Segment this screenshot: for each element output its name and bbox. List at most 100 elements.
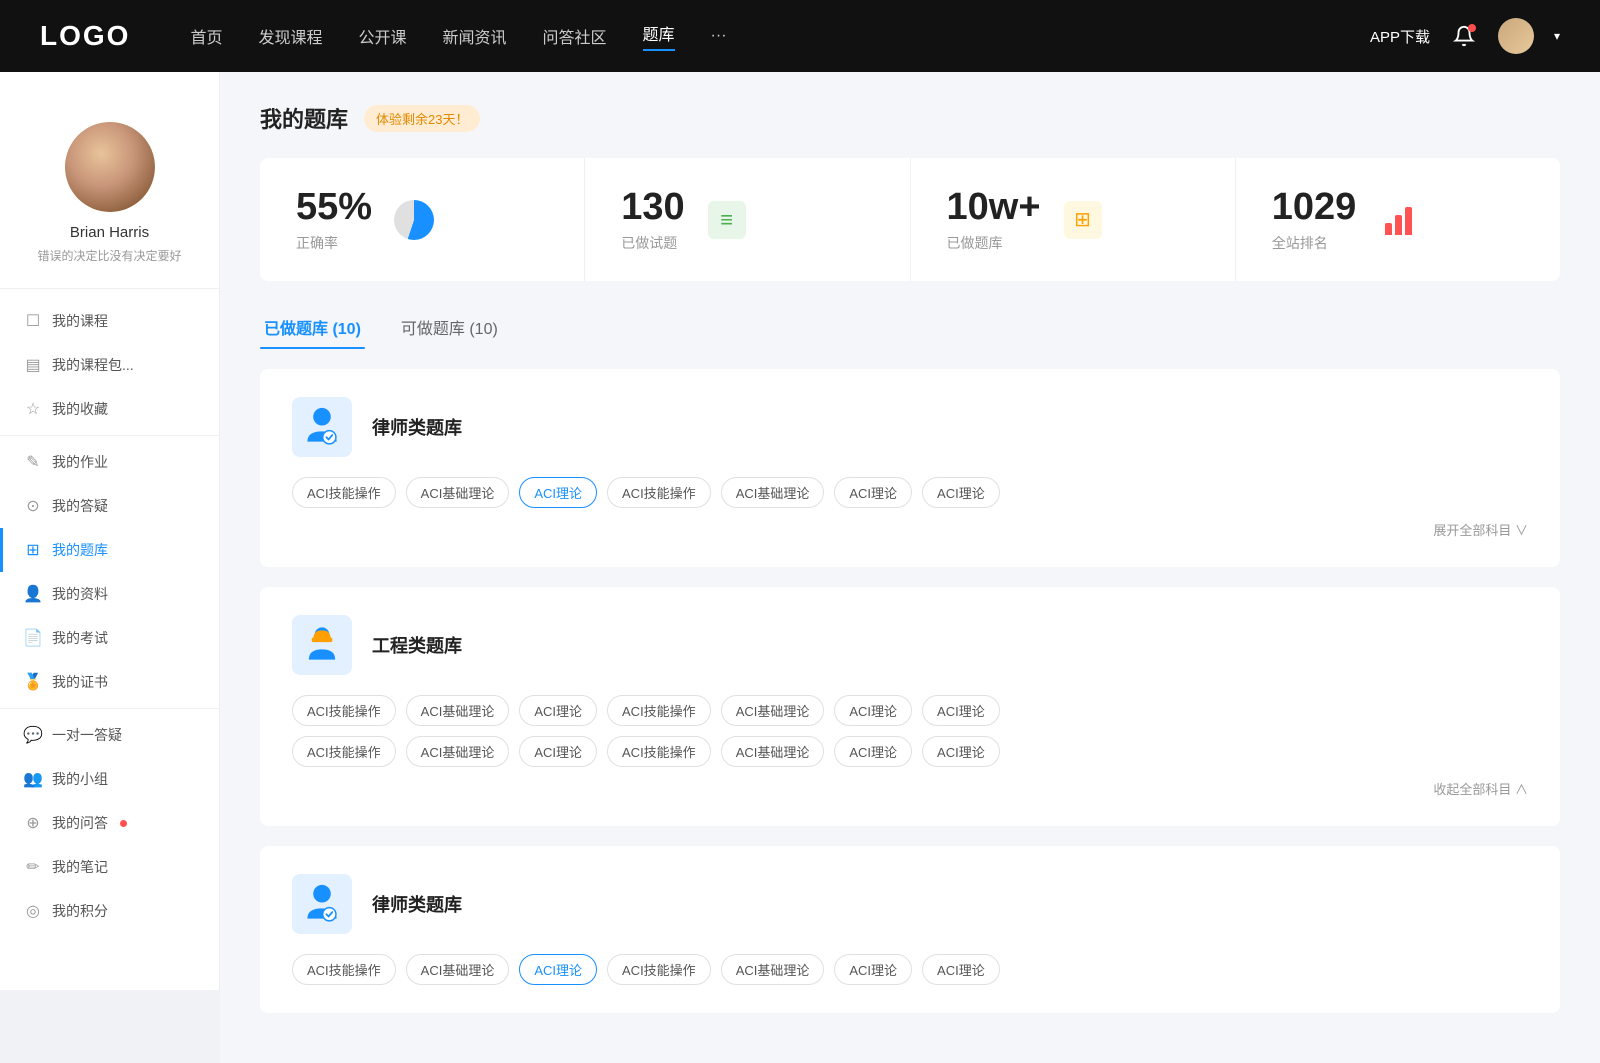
quiz-card-engineer: 工程类题库 ACI技能操作 ACI基础理论 ACI理论 ACI技能操作 ACI基… [260,587,1560,826]
sidebar: Brian Harris 错误的决定比没有决定要好 ☐ 我的课程 ▤ 我的课程包… [0,72,220,990]
accuracy-value: 55% [296,186,372,229]
tag-item[interactable]: ACI基础理论 [721,736,825,767]
tag-item[interactable]: ACI基础理论 [721,477,825,508]
sidebar-item-my-notes[interactable]: ✏ 我的笔记 [0,845,219,889]
lawyer-icon-1 [300,405,344,449]
stat-ranking: 1029 全站排名 [1236,158,1560,281]
tag-item[interactable]: ACI技能操作 [607,954,711,985]
sidebar-item-my-questions[interactable]: ⊕ 我的问答 [0,801,219,845]
tag-item[interactable]: ACI理论 [922,736,1000,767]
tag-item[interactable]: ACI基础理论 [406,736,510,767]
lawyer-tags-1: ACI技能操作 ACI基础理论 ACI理论 ACI技能操作 ACI基础理论 AC… [292,477,1528,508]
sidebar-item-my-points[interactable]: ◎ 我的积分 [0,889,219,933]
nav-home[interactable]: 首页 [190,24,222,48]
qa-icon: ⊕ [24,814,42,832]
stat-accuracy: 55% 正确率 [260,158,585,281]
user-icon: 👤 [24,585,42,603]
tag-item[interactable]: ACI技能操作 [292,477,396,508]
nav-open-course[interactable]: 公开课 [358,24,406,48]
notification-bell[interactable] [1450,22,1478,50]
tag-item[interactable]: ACI技能操作 [292,954,396,985]
lawyer-icon-2 [300,882,344,926]
done-banks-value: 10w+ [947,186,1041,229]
engineer-title: 工程类题库 [372,632,462,658]
avatar [65,122,155,212]
sidebar-item-quiz-bank[interactable]: ⊞ 我的题库 [0,528,219,572]
stat-done-banks: 10w+ 已做题库 ⊞ [911,158,1236,281]
tag-item[interactable]: ACI技能操作 [292,695,396,726]
tag-item[interactable]: ACI技能操作 [607,695,711,726]
tag-item[interactable]: ACI理论 [922,954,1000,985]
done-questions-value: 130 [621,186,684,229]
tabs: 已做题库 (10) 可做题库 (10) [260,305,1560,349]
navbar-right: APP下载 ▾ [1370,18,1560,54]
tag-item-active[interactable]: ACI理论 [519,477,597,508]
tag-item[interactable]: ACI基础理论 [406,695,510,726]
done-banks-icon: ⊞ [1061,198,1105,242]
engineer-icon-wrap [292,615,352,675]
quiz-card-lawyer-2: 律师类题库 ACI技能操作 ACI基础理论 ACI理论 ACI技能操作 ACI基… [260,846,1560,1013]
expand-link-1[interactable]: 展开全部科目 ∨ [292,520,1528,539]
sidebar-menu: ☐ 我的课程 ▤ 我的课程包... ☆ 我的收藏 ✎ 我的作业 ⊙ 我的答疑 ⊞ [0,289,219,943]
user-menu-chevron[interactable]: ▾ [1554,29,1560,43]
accuracy-icon [392,198,436,242]
cert-icon: 🏅 [24,673,42,691]
lawyer-title-2: 律师类题库 [372,891,462,917]
user-avatar-nav[interactable] [1498,18,1534,54]
nav-quiz[interactable]: 题库 [643,21,675,51]
tag-item[interactable]: ACI基础理论 [406,477,510,508]
score-icon: ◎ [24,902,42,920]
sidebar-item-homework[interactable]: ✎ 我的作业 [0,440,219,484]
sidebar-item-my-group[interactable]: 👥 我的小组 [0,757,219,801]
page-header: 我的题库 体验剩余23天！ [260,102,1560,134]
chat-icon: 💬 [24,726,42,744]
tag-item[interactable]: ACI技能操作 [292,736,396,767]
note-icon: ✏ [24,858,42,876]
group-icon: 👥 [24,770,42,788]
tag-item[interactable]: ACI技能操作 [607,477,711,508]
tag-item[interactable]: ACI理论 [922,695,1000,726]
sidebar-item-course-package[interactable]: ▤ 我的课程包... [0,343,219,387]
tag-item[interactable]: ACI理论 [519,695,597,726]
sidebar-item-qa-answer[interactable]: ⊙ 我的答疑 [0,484,219,528]
sidebar-item-my-course[interactable]: ☐ 我的课程 [0,299,219,343]
tag-item[interactable]: ACI理论 [922,477,1000,508]
stat-done-questions: 130 已做试题 ≡ [585,158,910,281]
app-download-button[interactable]: APP下载 [1370,26,1430,47]
tab-available-banks[interactable]: 可做题库 (10) [397,305,502,349]
tag-item[interactable]: ACI理论 [834,477,912,508]
tag-item[interactable]: ACI基础理论 [721,695,825,726]
tag-item-active[interactable]: ACI理论 [519,954,597,985]
lawyer-icon-wrap-1 [292,397,352,457]
tag-item[interactable]: ACI基础理论 [406,954,510,985]
tag-item[interactable]: ACI理论 [834,736,912,767]
main-content: 我的题库 体验剩余23天！ 55% 正确率 130 已做试题 ≡ [220,72,1600,1063]
trial-badge: 体验剩余23天！ [364,105,480,132]
sidebar-motto: 错误的决定比没有决定要好 [20,247,199,264]
sidebar-username: Brian Harris [20,224,199,241]
sidebar-item-favorites[interactable]: ☆ 我的收藏 [0,387,219,431]
sidebar-item-my-exam[interactable]: 📄 我的考试 [0,616,219,660]
sidebar-item-my-info[interactable]: 👤 我的资料 [0,572,219,616]
tag-item[interactable]: ACI理论 [519,736,597,767]
ranking-value: 1029 [1272,186,1357,229]
tag-item[interactable]: ACI技能操作 [607,736,711,767]
navbar: LOGO 首页 发现课程 公开课 新闻资讯 问答社区 题库 ··· APP下载 … [0,0,1600,72]
engineer-icon [300,623,344,667]
tag-item[interactable]: ACI理论 [834,695,912,726]
nav-qa[interactable]: 问答社区 [543,24,607,48]
done-questions-label: 已做试题 [621,233,684,253]
logo: LOGO [40,20,130,52]
sidebar-item-one-on-one[interactable]: 💬 一对一答疑 [0,713,219,757]
tag-item[interactable]: ACI理论 [834,954,912,985]
page-title: 我的题库 [260,102,348,134]
collapse-link[interactable]: 收起全部科目 ∧ [292,779,1528,798]
nav-discover[interactable]: 发现课程 [258,24,322,48]
tag-item[interactable]: ACI基础理论 [721,954,825,985]
tab-done-banks[interactable]: 已做题库 (10) [260,305,365,349]
nav-news[interactable]: 新闻资讯 [443,24,507,48]
nav-more[interactable]: ··· [711,27,727,45]
sidebar-item-certificate[interactable]: 🏅 我的证书 [0,660,219,704]
accuracy-label: 正确率 [296,233,372,253]
engineer-tags-row2: ACI技能操作 ACI基础理论 ACI理论 ACI技能操作 ACI基础理论 AC… [292,736,1528,767]
